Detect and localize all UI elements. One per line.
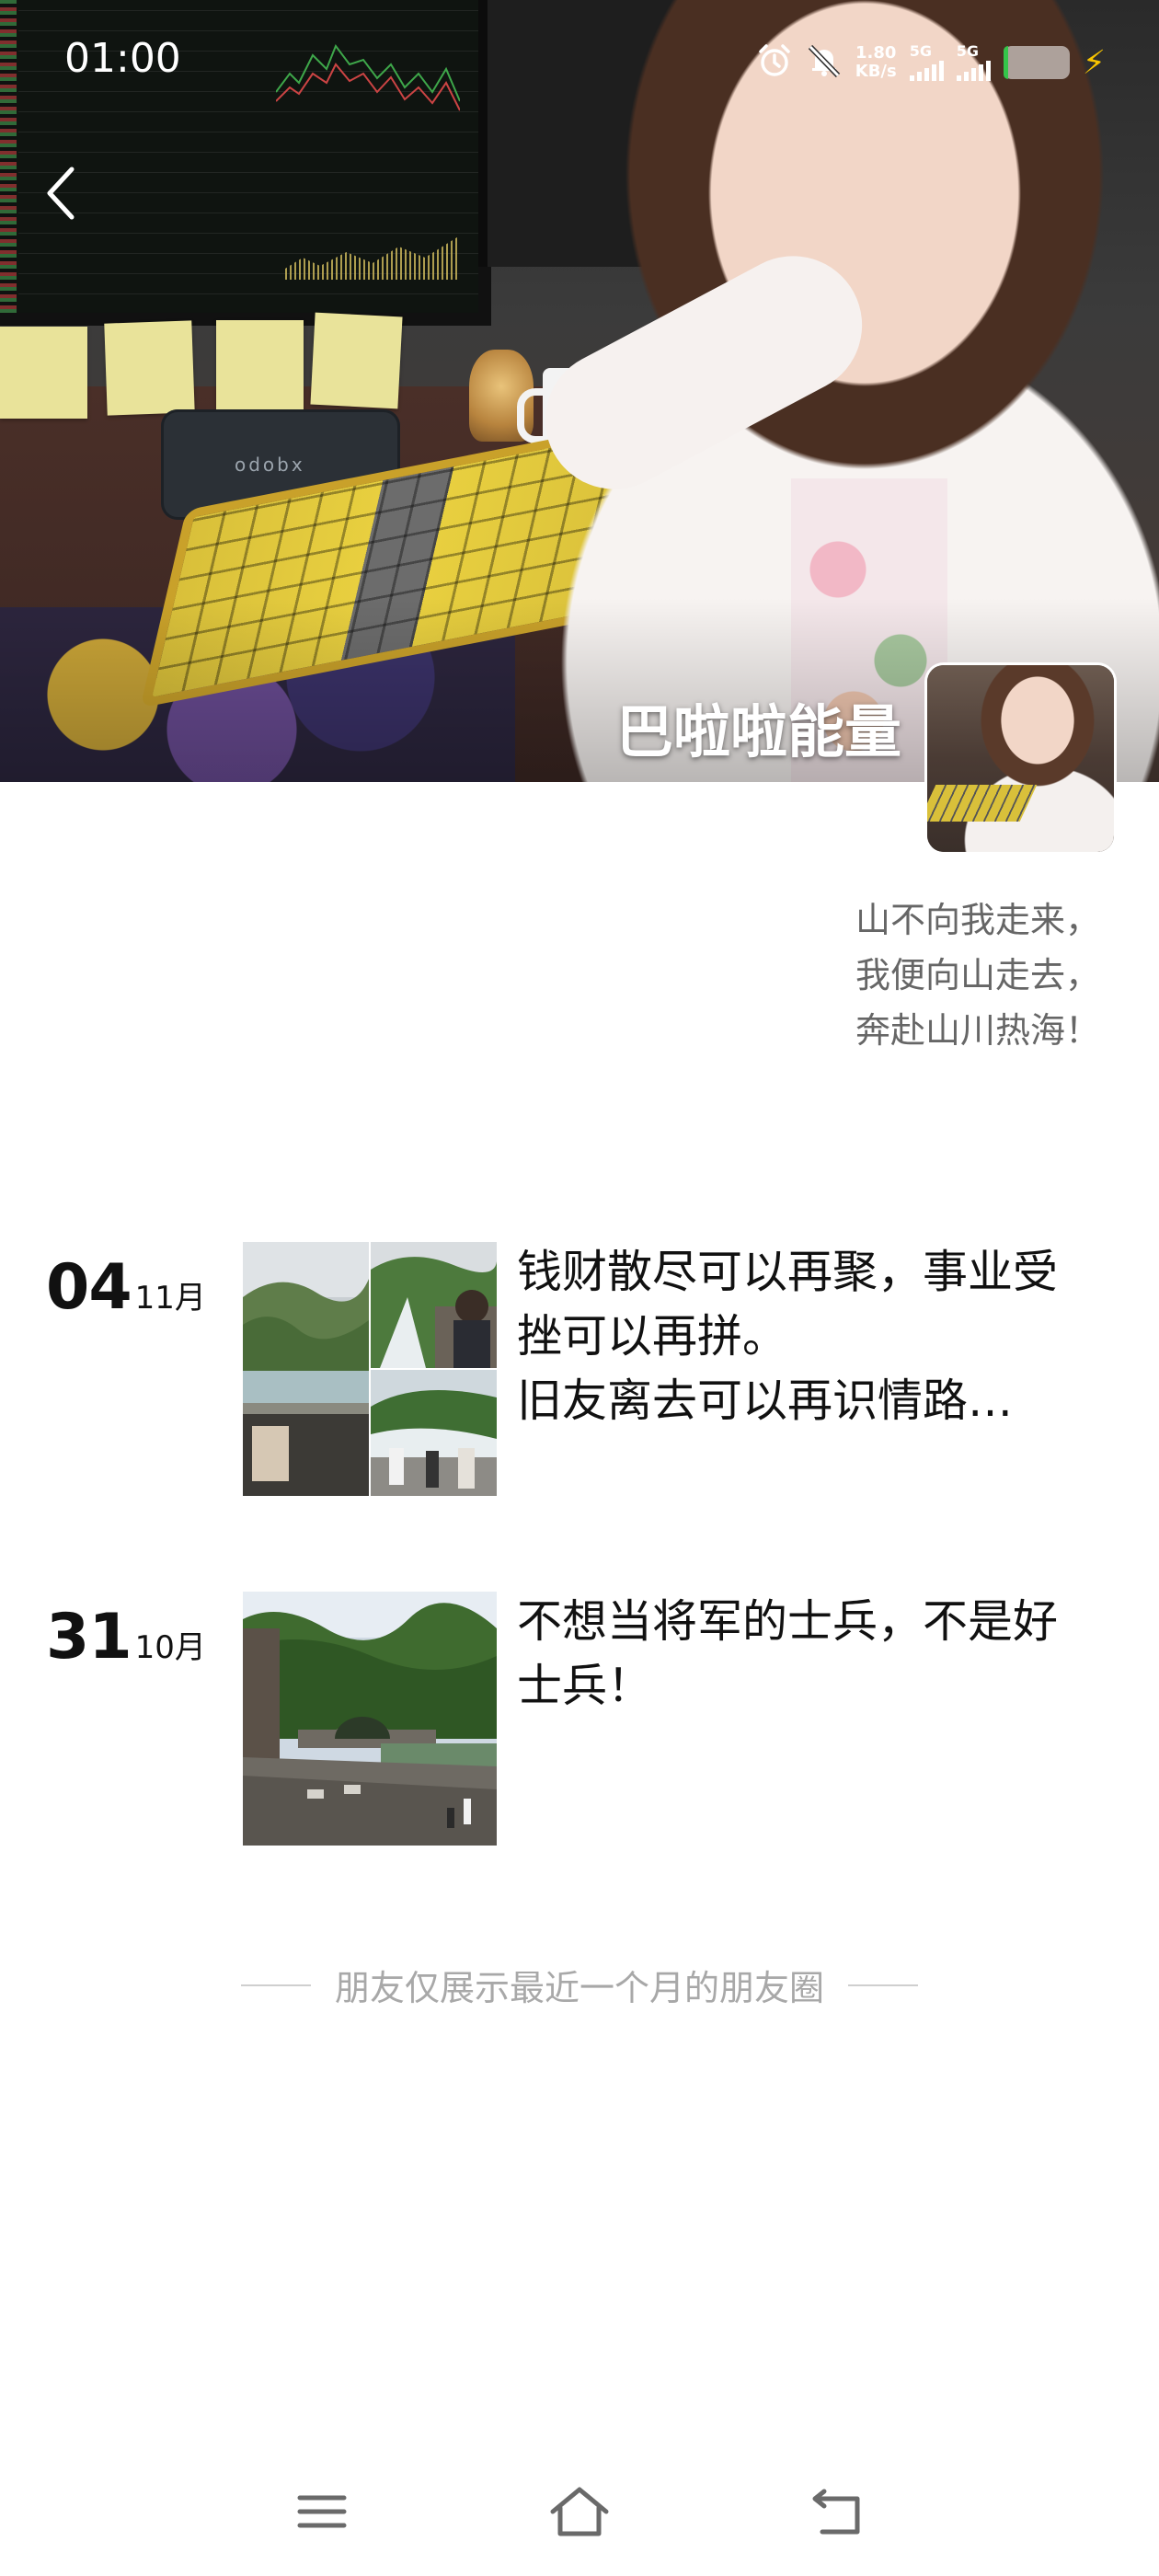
back-button[interactable]	[33, 156, 88, 230]
home-icon	[550, 2487, 609, 2536]
menu-icon	[297, 2495, 347, 2528]
home-button[interactable]	[543, 2475, 616, 2548]
network-speed: 1.80 KB/s	[855, 44, 897, 81]
signature-line: 我便向山走去，	[855, 955, 1100, 995]
post-image-grid[interactable]	[243, 1242, 497, 1496]
post-month: 11月	[134, 1280, 206, 1317]
status-time: 01:00	[64, 35, 181, 82]
post-day: 31	[46, 1601, 132, 1673]
post-text-line: 挫可以再拼。	[517, 1310, 788, 1363]
back-nav-button[interactable]	[800, 2475, 874, 2548]
moments-visibility-notice: 朋友仅展示最近一个月的朋友圈	[0, 1960, 1159, 2010]
sticky-note	[216, 320, 304, 412]
post-image[interactable]	[371, 1370, 497, 1496]
network-speed-value: 1.80	[855, 43, 897, 63]
sticky-note	[310, 312, 403, 409]
speaker-brand-text: odobx	[235, 454, 305, 476]
status-icons: 1.80 KB/s 5G 5G ⚡	[756, 37, 1106, 88]
sticky-note	[104, 320, 195, 416]
menu-button[interactable]	[285, 2475, 359, 2548]
post-day: 04	[46, 1251, 132, 1324]
post-text-line: 不想当将军的士兵，不是好	[517, 1595, 1059, 1648]
sim1-label: 5G	[909, 42, 932, 60]
post-date: 31 10月	[46, 1601, 206, 1673]
sim2-label: 5G	[956, 42, 979, 60]
mute-icon	[806, 42, 843, 83]
back-icon	[812, 2489, 860, 2535]
sticky-note	[0, 327, 87, 419]
battery-level-fill	[1003, 46, 1009, 79]
post-month: 10月	[134, 1629, 206, 1666]
post-image[interactable]	[243, 1592, 497, 1846]
post-image[interactable]	[243, 1242, 369, 1496]
post-image[interactable]	[371, 1242, 497, 1368]
chevron-left-icon	[47, 167, 75, 220]
signal-icon: 5G	[956, 42, 991, 81]
battery-icon	[1003, 46, 1070, 79]
post-text[interactable]: 不想当将军的士兵，不是好 士兵！	[517, 1590, 1115, 1719]
charging-icon: ⚡	[1082, 43, 1106, 82]
post-text[interactable]: 钱财散尽可以再聚，事业受 挫可以再拼。 旧友离去可以再识情路…	[517, 1240, 1115, 1433]
post-image-grid[interactable]	[243, 1592, 497, 1846]
post-text-line: 士兵！	[517, 1660, 653, 1712]
network-speed-unit: KB/s	[855, 62, 897, 81]
signature-line: 山不向我走来，	[855, 900, 1100, 940]
profile-signature: 山不向我走来， 我便向山走去， 奔赴山川热海！	[855, 892, 1100, 1058]
profile-name[interactable]: 巴啦啦能量	[616, 685, 901, 768]
post-text-line: 旧友离去可以再识情路…	[517, 1374, 1014, 1427]
alarm-icon	[756, 42, 793, 83]
notice-text: 朋友仅展示最近一个月的朋友圈	[334, 1968, 824, 2008]
signal-icon: 5G	[909, 42, 944, 81]
status-bar: 01:00 1.80 KB/s 5G 5G ⚡	[0, 0, 1159, 129]
post-date: 04 11月	[46, 1251, 206, 1324]
signature-line: 奔赴山川热海！	[855, 1010, 1100, 1051]
post-text-line: 钱财散尽可以再聚，事业受	[517, 1246, 1059, 1298]
divider-line	[848, 1984, 918, 1986]
avatar[interactable]	[927, 665, 1114, 852]
divider-line	[240, 1984, 311, 1986]
system-navigation-bar	[0, 2447, 1159, 2576]
